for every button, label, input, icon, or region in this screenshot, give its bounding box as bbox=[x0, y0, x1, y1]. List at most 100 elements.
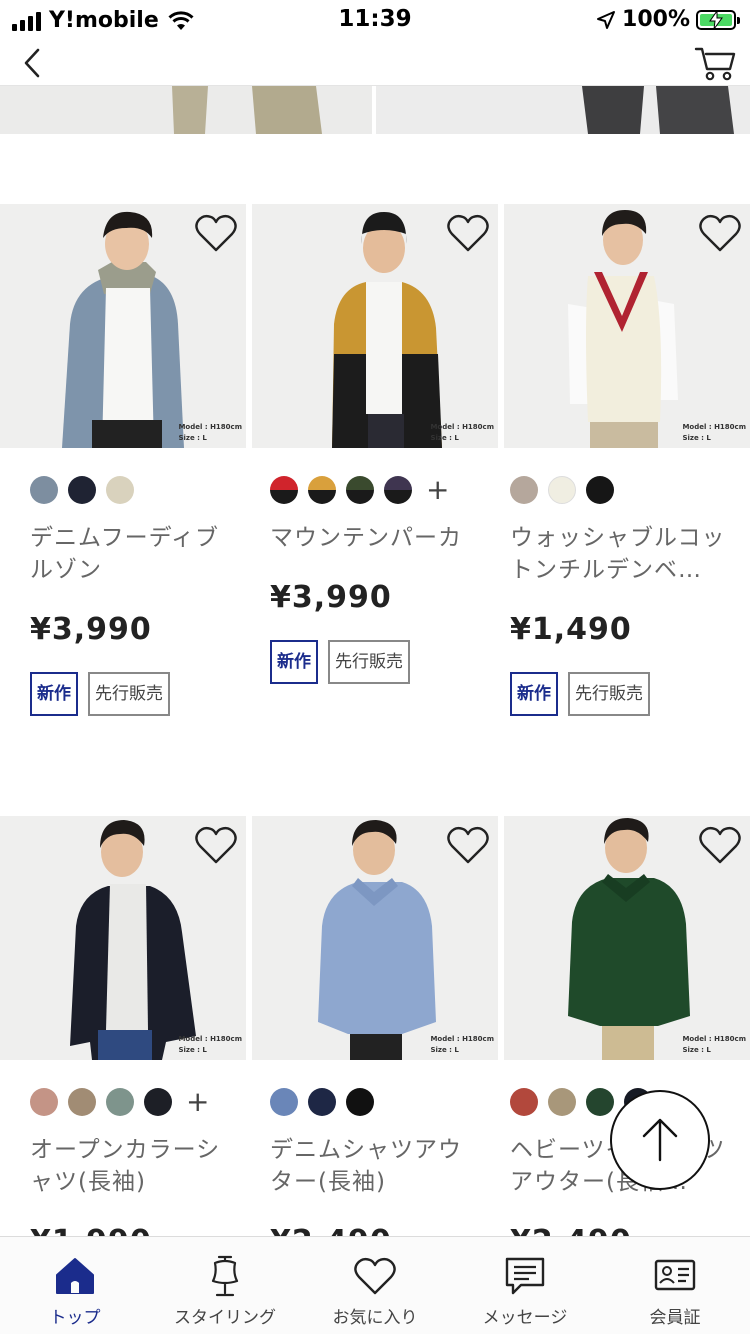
presale-badge: 先行販売 bbox=[568, 672, 650, 716]
product-card[interactable]: Model : H180cm Size : L + オープンカラーシャツ(長袖)… bbox=[0, 816, 246, 1259]
color-swatch[interactable] bbox=[68, 476, 96, 504]
cart-icon bbox=[694, 47, 736, 81]
color-swatch[interactable] bbox=[270, 1088, 298, 1116]
color-swatches: + bbox=[270, 476, 449, 504]
product-card[interactable]: Model : H180cm Size : L ヘビーツイルシャツアウター(長袖… bbox=[504, 816, 750, 1259]
favorite-button[interactable] bbox=[698, 824, 742, 866]
color-swatch[interactable] bbox=[30, 476, 58, 504]
product-card[interactable]: Model : H180cm Size : L デニムシャツアウター(長袖) ¥… bbox=[252, 816, 498, 1259]
mannequin-icon bbox=[211, 1255, 239, 1297]
color-swatches bbox=[510, 476, 614, 504]
nav-bar bbox=[0, 40, 750, 86]
tab-label: 会員証 bbox=[649, 1308, 701, 1328]
product-name: オープンカラーシャツ(長袖) bbox=[30, 1137, 221, 1195]
member-card-icon bbox=[654, 1259, 696, 1291]
heart-outline-icon bbox=[447, 214, 489, 252]
color-swatch[interactable] bbox=[346, 1088, 374, 1116]
model-note: Model : H180cm Size : L bbox=[430, 423, 494, 442]
previous-row-images bbox=[0, 86, 750, 134]
color-swatch[interactable] bbox=[30, 1088, 58, 1116]
favorite-button[interactable] bbox=[446, 212, 490, 254]
product-image-partial[interactable] bbox=[0, 86, 372, 134]
badges: 新作 先行販売 bbox=[510, 672, 650, 716]
product-image[interactable]: Model : H180cm Size : L bbox=[504, 816, 750, 1060]
battery-percentage: 100% bbox=[622, 7, 690, 32]
model-note: Model : H180cm Size : L bbox=[178, 1035, 242, 1054]
color-swatch[interactable] bbox=[548, 476, 576, 504]
tab-member-card[interactable]: 会員証 bbox=[600, 1237, 750, 1334]
tab-label: スタイリング bbox=[174, 1308, 276, 1328]
arrow-up-icon bbox=[642, 1118, 678, 1162]
tab-top[interactable]: トップ bbox=[0, 1237, 150, 1334]
product-image[interactable]: Model : H180cm Size : L bbox=[252, 816, 498, 1060]
color-swatch[interactable] bbox=[346, 476, 374, 504]
favorite-button[interactable] bbox=[698, 212, 742, 254]
cart-button[interactable] bbox=[694, 43, 738, 83]
favorite-button[interactable] bbox=[446, 824, 490, 866]
heart-outline-icon bbox=[699, 214, 741, 252]
presale-badge: 先行販売 bbox=[328, 640, 410, 684]
color-swatches bbox=[30, 476, 134, 504]
battery-icon bbox=[696, 9, 740, 30]
product-image-partial[interactable] bbox=[376, 86, 750, 134]
chevron-left-icon bbox=[24, 48, 40, 78]
presale-badge: 先行販売 bbox=[88, 672, 170, 716]
more-colors-indicator: + bbox=[426, 473, 450, 506]
new-badge: 新作 bbox=[510, 672, 558, 716]
tab-bar: トップ スタイリング お気に入り メッセージ 会員証 bbox=[0, 1236, 750, 1334]
color-swatch[interactable] bbox=[384, 476, 412, 504]
product-image[interactable]: Model : H180cm Size : L bbox=[0, 204, 246, 448]
heart-outline-icon bbox=[447, 826, 489, 864]
color-swatch[interactable] bbox=[510, 476, 538, 504]
color-swatch[interactable] bbox=[144, 1088, 172, 1116]
product-name: ウォッシャブルコットンチルデンベ… bbox=[510, 525, 726, 583]
product-price: ¥3,990 bbox=[270, 580, 392, 615]
product-card[interactable]: Model : H180cm Size : L + マウンテンパーカ ¥3,99… bbox=[252, 204, 498, 684]
color-swatch[interactable] bbox=[308, 1088, 336, 1116]
heart-outline-icon bbox=[195, 826, 237, 864]
status-bar: Y!mobile 11:39 100% bbox=[0, 0, 750, 40]
product-name: デニムシャツアウター(長袖) bbox=[270, 1137, 462, 1195]
product-price: ¥3,990 bbox=[30, 612, 152, 647]
favorite-button[interactable] bbox=[194, 212, 238, 254]
badges: 新作 先行販売 bbox=[270, 640, 410, 684]
tab-styling[interactable]: スタイリング bbox=[150, 1237, 300, 1334]
location-arrow-icon bbox=[597, 10, 616, 29]
product-image[interactable]: Model : H180cm Size : L bbox=[252, 204, 498, 448]
product-name: マウンテンパーカ bbox=[270, 525, 462, 551]
color-swatches: + bbox=[30, 1088, 209, 1116]
color-swatch[interactable] bbox=[270, 476, 298, 504]
product-card[interactable]: Model : H180cm Size : L デニムフーディブルゾン ¥3,9… bbox=[0, 204, 246, 716]
back-button[interactable] bbox=[14, 44, 50, 82]
favorite-button[interactable] bbox=[194, 824, 238, 866]
product-card[interactable]: Model : H180cm Size : L ウォッシャブルコットンチルデンベ… bbox=[504, 204, 750, 716]
product-image[interactable]: Model : H180cm Size : L bbox=[504, 204, 750, 448]
color-swatch[interactable] bbox=[548, 1088, 576, 1116]
color-swatch[interactable] bbox=[308, 476, 336, 504]
scroll-to-top-button[interactable] bbox=[610, 1090, 710, 1190]
tab-label: お気に入り bbox=[332, 1308, 418, 1328]
color-swatch[interactable] bbox=[68, 1088, 96, 1116]
badges: 新作 先行販売 bbox=[30, 672, 170, 716]
message-icon bbox=[505, 1257, 545, 1295]
more-colors-indicator: + bbox=[186, 1085, 210, 1118]
model-note: Model : H180cm Size : L bbox=[682, 1035, 746, 1054]
home-icon bbox=[56, 1258, 94, 1294]
tab-label: トップ bbox=[49, 1308, 101, 1328]
product-price: ¥1,490 bbox=[510, 612, 632, 647]
product-name: デニムフーディブルゾン bbox=[30, 525, 220, 583]
product-image[interactable]: Model : H180cm Size : L bbox=[0, 816, 246, 1060]
color-swatch[interactable] bbox=[106, 476, 134, 504]
model-note: Model : H180cm Size : L bbox=[430, 1035, 494, 1054]
model-note: Model : H180cm Size : L bbox=[178, 423, 242, 442]
color-swatch[interactable] bbox=[510, 1088, 538, 1116]
color-swatches bbox=[270, 1088, 374, 1116]
tab-messages[interactable]: メッセージ bbox=[450, 1237, 600, 1334]
color-swatch[interactable] bbox=[586, 1088, 614, 1116]
color-swatch[interactable] bbox=[586, 476, 614, 504]
new-badge: 新作 bbox=[270, 640, 318, 684]
tab-favorites[interactable]: お気に入り bbox=[300, 1237, 450, 1334]
new-badge: 新作 bbox=[30, 672, 78, 716]
tab-label: メッセージ bbox=[482, 1308, 568, 1328]
color-swatch[interactable] bbox=[106, 1088, 134, 1116]
